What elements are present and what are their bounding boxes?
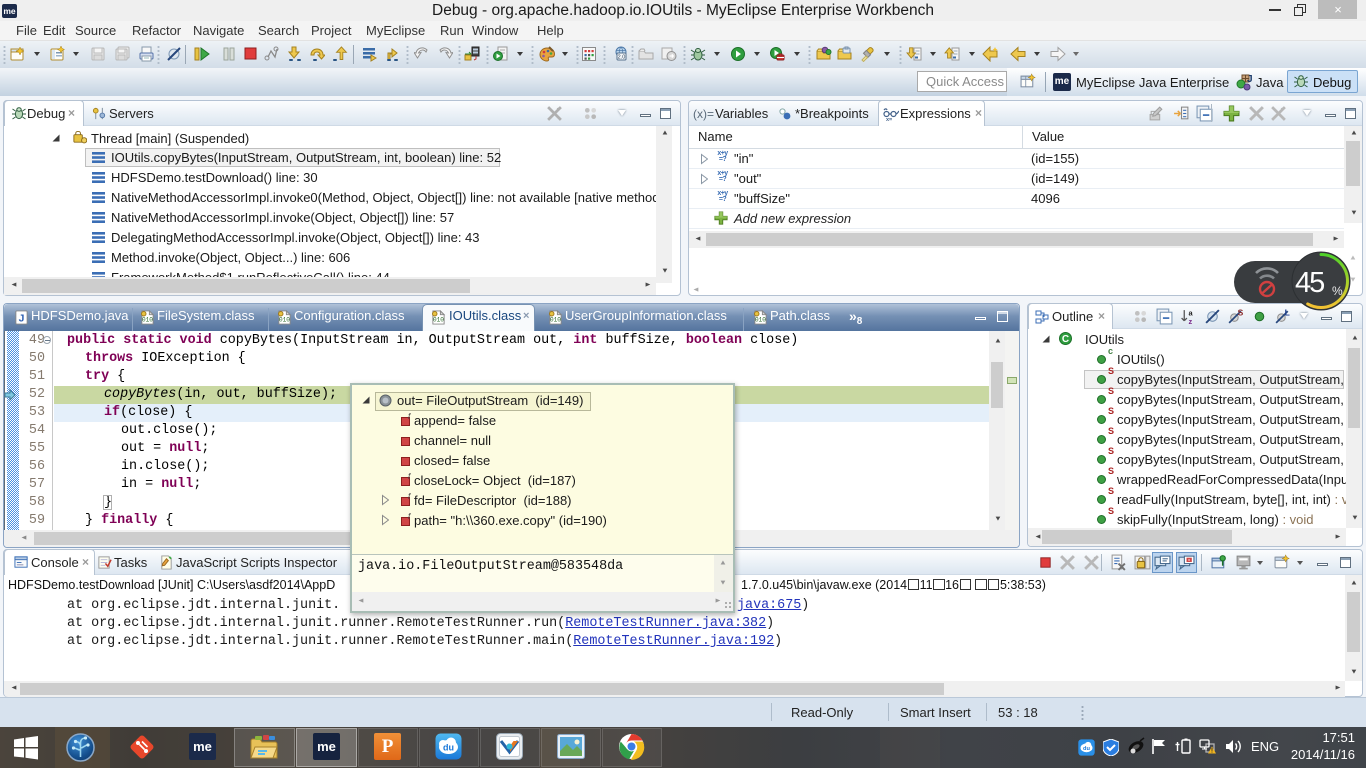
svg-text:J: J xyxy=(1247,74,1253,85)
svg-text:010: 010 xyxy=(433,316,444,323)
svg-text:2.0: 2.0 xyxy=(618,55,626,61)
svg-text:x=: x= xyxy=(886,117,892,122)
svg-text:du: du xyxy=(443,743,454,753)
svg-text:z: z xyxy=(1189,317,1193,325)
svg-text:010: 010 xyxy=(550,316,561,323)
svg-text:45: 45 xyxy=(1295,267,1324,299)
svg-text:J: J xyxy=(19,313,25,324)
svg-text:010: 010 xyxy=(755,316,766,323)
svg-text:du: du xyxy=(1083,746,1090,752)
svg-text:010: 010 xyxy=(142,316,153,323)
svg-text:!: ! xyxy=(1211,749,1213,755)
svg-text:010: 010 xyxy=(279,316,290,323)
svg-text:%: % xyxy=(1332,284,1343,298)
